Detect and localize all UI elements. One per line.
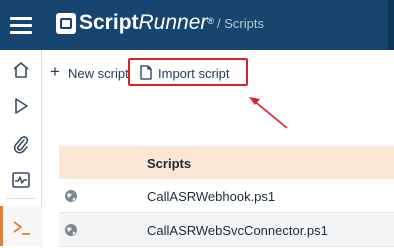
sidebar-divider <box>6 198 36 199</box>
globe-icon <box>65 190 77 202</box>
sidebar-item-scripts[interactable] <box>0 206 42 246</box>
new-script-label: New script <box>68 66 129 81</box>
table-row[interactable]: CallASRWebhook.ps1 <box>59 179 394 213</box>
breadcrumb: / Scripts <box>217 16 264 31</box>
app-logo-icon <box>56 13 76 34</box>
home-icon <box>13 62 29 78</box>
table-row[interactable]: CallASRWebSvcConnector.ps1 <box>59 213 394 247</box>
scripts-table: Scripts CallASRWebhook.ps1 CallASRWebSvc… <box>59 146 394 248</box>
globe-icon <box>65 224 77 236</box>
sidebar-item-monitor[interactable] <box>0 164 42 196</box>
brand-name: ScriptRunner® <box>79 11 215 34</box>
sidebar-item-attachments[interactable] <box>0 128 42 160</box>
activity-monitor-icon <box>12 172 30 188</box>
top-bar-edge <box>388 0 394 50</box>
paperclip-icon <box>13 136 29 154</box>
plus-icon: + <box>50 62 60 81</box>
script-name: CallASRWebSvcConnector.ps1 <box>147 223 328 238</box>
highlight-box <box>128 58 248 86</box>
top-bar: ScriptRunner® / Scripts <box>0 0 394 50</box>
sidebar-item-home[interactable] <box>0 54 42 86</box>
play-icon <box>15 98 28 114</box>
table-header: Scripts <box>59 146 394 179</box>
terminal-icon <box>13 221 30 235</box>
menu-icon[interactable] <box>10 15 32 35</box>
sidebar-item-run[interactable] <box>0 90 42 122</box>
column-header-scripts[interactable]: Scripts <box>147 156 191 171</box>
script-name: CallASRWebhook.ps1 <box>147 189 276 204</box>
sidebar <box>0 50 42 248</box>
